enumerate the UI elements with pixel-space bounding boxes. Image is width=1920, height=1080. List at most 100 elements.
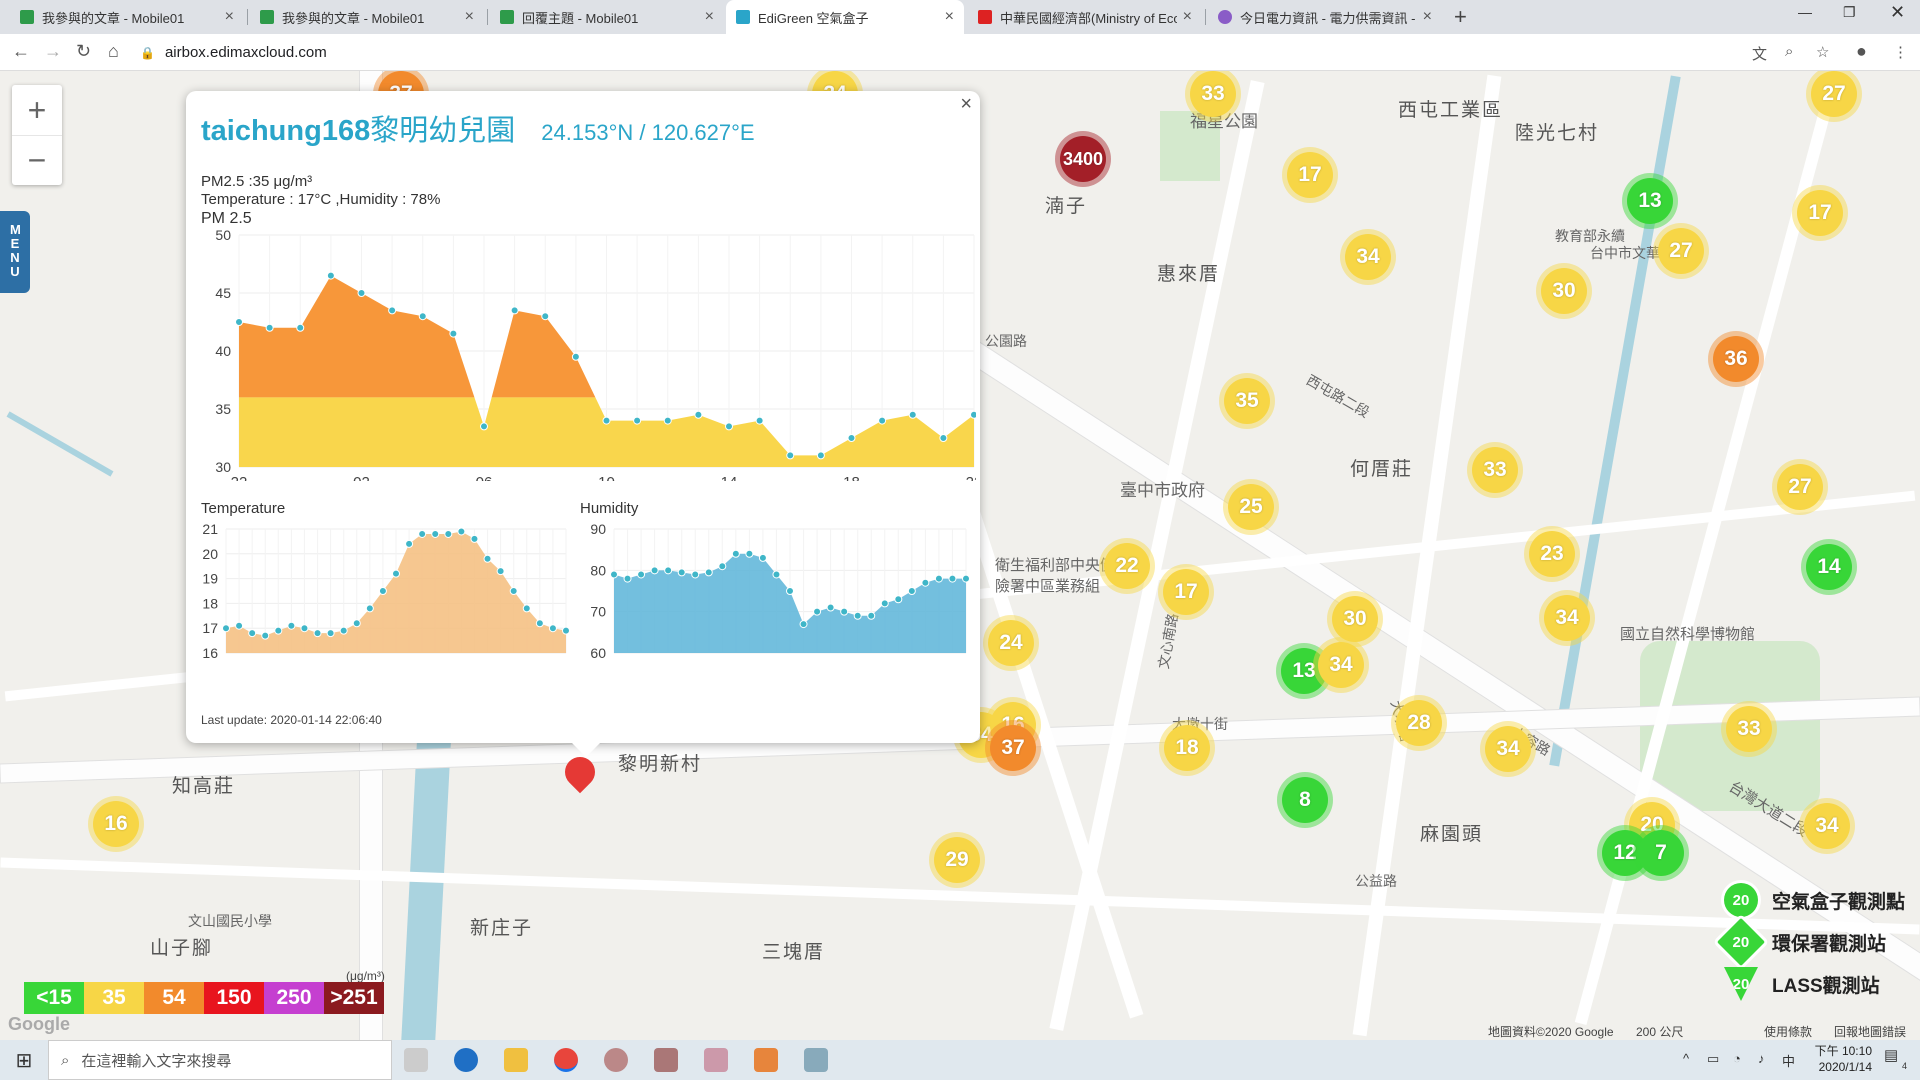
aqi-marker[interactable]: 28 bbox=[1396, 700, 1442, 746]
map-label: 西屯工業區 bbox=[1398, 100, 1504, 121]
close-window-button[interactable]: ✕ bbox=[1890, 2, 1905, 23]
station-name: taichung168 bbox=[201, 115, 371, 147]
forward-arrow-icon[interactable]: → bbox=[44, 41, 62, 62]
terms-link[interactable]: 使用條款 bbox=[1764, 1023, 1812, 1040]
close-tab-icon[interactable]: × bbox=[1423, 8, 1432, 26]
y-tick-label: 17 bbox=[202, 620, 218, 636]
aqi-marker[interactable]: 33 bbox=[1472, 447, 1518, 493]
epa-badge: 20 bbox=[1716, 917, 1766, 967]
translate-icon[interactable]: 文 bbox=[1752, 43, 1767, 64]
data-point bbox=[772, 570, 781, 579]
tab-title: 今日電力資訊 - 電力供需資訊 - 夏 bbox=[1240, 10, 1417, 26]
data-point bbox=[357, 289, 366, 297]
back-arrow-icon[interactable]: ← bbox=[12, 41, 30, 62]
aqi-marker[interactable]: 25 bbox=[1228, 484, 1274, 530]
aqi-marker[interactable]: 27 bbox=[1777, 464, 1823, 510]
task-view-icon[interactable] bbox=[404, 1048, 428, 1072]
aqi-marker[interactable]: 33 bbox=[1190, 71, 1236, 117]
aqi-marker[interactable]: 27 bbox=[1658, 228, 1704, 274]
taskbar-search-box[interactable]: ⌕ 在這裡輸入文字來搜尋 bbox=[48, 1040, 392, 1080]
aqi-marker[interactable]: 24 bbox=[988, 620, 1034, 666]
aqi-marker[interactable]: 17 bbox=[1163, 569, 1209, 615]
reload-icon[interactable]: ↻ bbox=[76, 41, 91, 62]
zoom-in-button[interactable]: + bbox=[12, 85, 62, 135]
aqi-marker[interactable]: 14 bbox=[1806, 544, 1852, 590]
aqi-marker[interactable]: 23 bbox=[1529, 531, 1575, 577]
address-bar[interactable]: 🔒 airbox.edimaxcloud.com bbox=[140, 38, 1860, 67]
aqi-marker[interactable]: 34 bbox=[1485, 726, 1531, 772]
tab-moea[interactable]: 中華民國經濟部(Ministry of Eco × bbox=[968, 0, 1202, 34]
aqi-marker[interactable]: 18 bbox=[1164, 725, 1210, 771]
app-icon[interactable] bbox=[604, 1048, 628, 1072]
tab-mobile01-1[interactable]: 我參與的文章 - Mobile01 × bbox=[10, 0, 244, 34]
tab-mobile01-3[interactable]: 回覆主題 - Mobile01 × bbox=[490, 0, 724, 34]
maximize-button[interactable]: ❐ bbox=[1843, 4, 1856, 21]
wifi-icon[interactable]: ◔ bbox=[1733, 1051, 1741, 1066]
home-icon[interactable]: ⌂ bbox=[108, 41, 119, 62]
volume-icon[interactable]: ♪ bbox=[1758, 1051, 1765, 1066]
aqi-marker[interactable]: 3400 bbox=[1060, 136, 1106, 182]
aqi-marker[interactable]: 30 bbox=[1332, 596, 1378, 642]
aqi-marker[interactable]: 34 bbox=[1804, 803, 1850, 849]
tab-edigreen[interactable]: EdiGreen 空氣盒子 × bbox=[726, 0, 964, 34]
aqi-marker[interactable]: 34 bbox=[1318, 642, 1364, 688]
new-tab-button[interactable]: + bbox=[1454, 4, 1467, 30]
close-popup-button[interactable]: × bbox=[960, 93, 972, 116]
tab-strip: 我參與的文章 - Mobile01 × 我參與的文章 - Mobile01 × … bbox=[0, 0, 1920, 34]
data-point bbox=[235, 621, 244, 630]
windows-start-button[interactable]: ⊞ bbox=[0, 1040, 48, 1080]
aqi-marker[interactable]: 8 bbox=[1282, 777, 1328, 823]
minimize-button[interactable]: — bbox=[1798, 4, 1812, 20]
app-icon[interactable] bbox=[704, 1048, 728, 1072]
zoom-out-button[interactable]: − bbox=[12, 135, 62, 185]
tray-chevron-icon[interactable]: ^ bbox=[1683, 1051, 1689, 1066]
aqi-marker[interactable]: 27 bbox=[1811, 71, 1857, 117]
ime-indicator[interactable]: 中 bbox=[1782, 1051, 1795, 1070]
close-tab-icon[interactable]: × bbox=[945, 8, 954, 26]
station-coordinates: 24.153°N / 120.627°E bbox=[541, 120, 755, 145]
tab-power[interactable]: 今日電力資訊 - 電力供需資訊 - 夏 × bbox=[1208, 0, 1442, 34]
map-label: 台中市文華 bbox=[1590, 245, 1660, 261]
file-explorer-icon[interactable] bbox=[504, 1048, 528, 1072]
profile-avatar-icon[interactable]: ● bbox=[1856, 41, 1867, 62]
chrome-icon[interactable] bbox=[554, 1048, 578, 1072]
aqi-marker[interactable]: 36 bbox=[1713, 336, 1759, 382]
aqi-marker[interactable]: 17 bbox=[1287, 152, 1333, 198]
app-icon[interactable] bbox=[804, 1048, 828, 1072]
system-clock[interactable]: 下午 10:10 2020/1/14 bbox=[1815, 1043, 1872, 1075]
blender-icon[interactable] bbox=[754, 1048, 778, 1072]
x-tick-label: 22 bbox=[966, 474, 976, 481]
aqi-marker[interactable]: 7 bbox=[1638, 830, 1684, 876]
aqi-marker[interactable]: 30 bbox=[1541, 268, 1587, 314]
aqi-marker[interactable]: 13 bbox=[1627, 178, 1673, 224]
aqi-marker[interactable]: 22 bbox=[1104, 543, 1150, 589]
kebab-menu-icon[interactable]: ⋮ bbox=[1893, 43, 1908, 61]
menu-tab-button[interactable]: M E N U bbox=[0, 211, 30, 293]
close-tab-icon[interactable]: × bbox=[1183, 8, 1192, 26]
aqi-marker[interactable]: 35 bbox=[1224, 378, 1270, 424]
edge-icon[interactable] bbox=[454, 1048, 478, 1072]
aqi-marker[interactable]: 37 bbox=[990, 725, 1036, 771]
app-icon[interactable] bbox=[654, 1048, 678, 1072]
mobile01-icon bbox=[260, 10, 274, 24]
aqi-marker[interactable]: 34 bbox=[1345, 234, 1391, 280]
report-error-link[interactable]: 回報地圖錯誤 bbox=[1834, 1023, 1906, 1040]
aqi-marker[interactable]: 29 bbox=[934, 837, 980, 883]
data-point bbox=[908, 410, 917, 419]
browser-toolbar: ← → ↻ ⌂ 🔒 airbox.edimaxcloud.com 文 ⌕ ☆ ●… bbox=[0, 34, 1920, 71]
bookmark-star-icon[interactable]: ☆ bbox=[1816, 43, 1829, 61]
battery-icon[interactable]: ▭ bbox=[1707, 1051, 1719, 1067]
tab-mobile01-2[interactable]: 我參與的文章 - Mobile01 × bbox=[250, 0, 484, 34]
aqi-marker[interactable]: 17 bbox=[1797, 190, 1843, 236]
aqi-marker[interactable]: 33 bbox=[1726, 706, 1772, 752]
aqi-marker[interactable]: 34 bbox=[1544, 595, 1590, 641]
zoom-icon[interactable]: ⌕ bbox=[1785, 43, 1793, 60]
notification-icon[interactable]: ▤ bbox=[1884, 1046, 1898, 1064]
map-canvas[interactable]: 西屯工業區 陸光七村 湳子 惠來厝 何厝莊 福星公園 臺中市政府 衛生福利部中央… bbox=[0, 71, 1920, 1040]
close-tab-icon[interactable]: × bbox=[705, 8, 714, 26]
close-tab-icon[interactable]: × bbox=[465, 8, 474, 26]
aqi-marker[interactable]: 16 bbox=[93, 801, 139, 847]
map-label: 國立自然科學博物館 bbox=[1620, 626, 1756, 643]
y-tick-label: 30 bbox=[215, 459, 231, 475]
close-tab-icon[interactable]: × bbox=[225, 8, 234, 26]
